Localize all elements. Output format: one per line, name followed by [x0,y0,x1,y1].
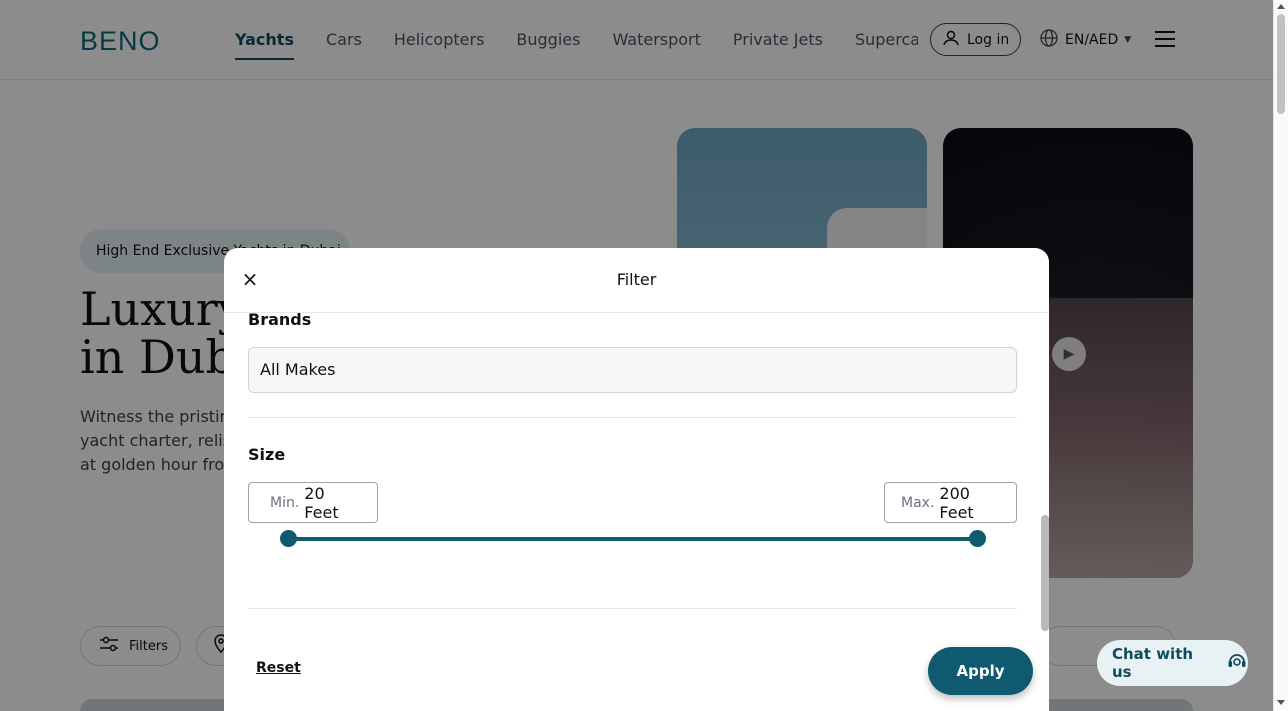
divider [248,608,1017,609]
modal-header: Filter × [224,248,1049,313]
page-scrollbar[interactable] [1273,0,1288,711]
size-max-handle[interactable] [969,530,986,547]
scroll-up-arrow-icon[interactable] [1277,4,1285,9]
size-range-track[interactable] [288,537,977,541]
brands-label: Brands [248,313,312,329]
brands-select[interactable]: All Makes [248,347,1017,393]
scrollbar-thumb[interactable] [1277,14,1285,114]
filter-modal: Filter × Brands All Makes Size Min. 20 F… [224,248,1049,711]
chat-label: Chat with us [1112,645,1194,681]
chat-button[interactable]: Chat with us [1097,640,1248,686]
reset-button[interactable]: Reset [256,660,301,676]
modal-scrollbar[interactable] [1041,515,1049,631]
size-min-field[interactable]: Min. 20 Feet [248,482,378,523]
support-agent-icon [1226,650,1248,676]
scroll-down-arrow-icon[interactable] [1277,700,1285,705]
size-min-prefix: Min. [270,494,300,511]
size-max-value: 200 Feet [939,483,974,522]
size-min-value: 20 Feet [304,483,339,522]
divider [248,417,1017,418]
size-max-prefix: Max. [901,494,935,511]
size-max-field[interactable]: Max. 200 Feet [884,482,1017,523]
size-label: Size [248,445,286,464]
modal-body: Brands All Makes Size Min. 20 Feet Max. … [248,313,1017,613]
apply-button[interactable]: Apply [928,647,1033,695]
close-icon[interactable]: × [241,269,259,289]
size-min-handle[interactable] [280,530,297,547]
modal-title: Filter [616,270,657,289]
